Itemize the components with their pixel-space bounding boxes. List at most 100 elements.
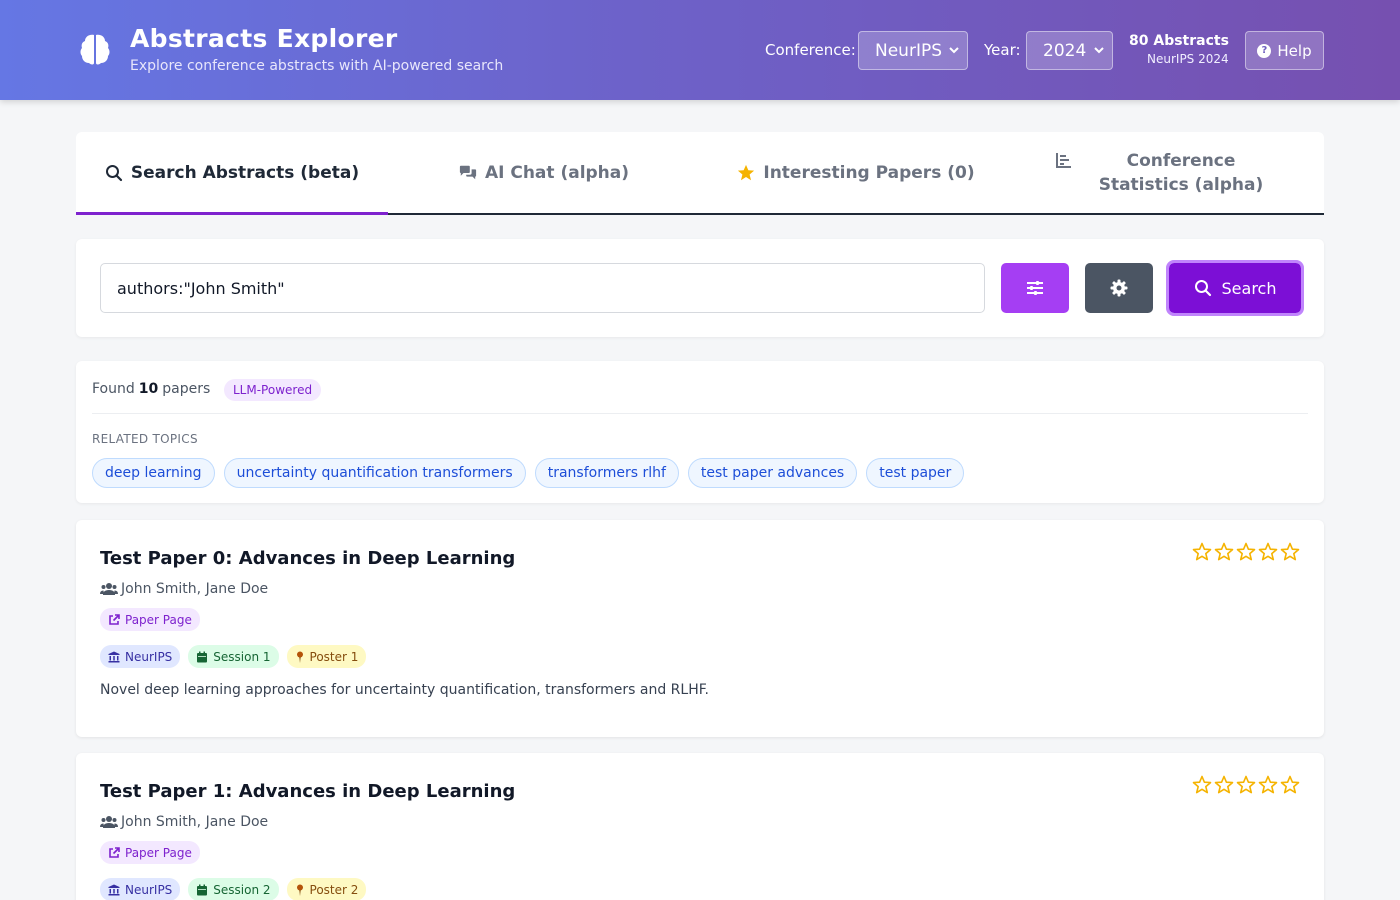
star-outline-icon[interactable] [1192,542,1212,562]
results-count: Found 10 papers [92,381,210,397]
year-select-value: 2024 [1043,40,1087,61]
paper-page-link[interactable]: Paper Page [100,608,200,631]
tab-ai-chat[interactable]: AI Chat (alpha) [388,132,700,213]
search-icon [1194,280,1211,297]
tab-label: Search Abstracts (beta) [130,162,360,183]
sliders-icon [1027,281,1043,295]
pushpin-icon [296,884,303,896]
star-outline-icon[interactable] [1236,775,1256,795]
tab-conference-statistics[interactable]: Conference Statistics (alpha) [1012,132,1324,213]
year-label: Year: [984,41,1021,59]
rating-stars [1192,775,1300,795]
topic-chip[interactable]: test paper advances [687,458,858,488]
session-badge: Session 1 [188,645,279,668]
llm-powered-badge: LLM-Powered [224,379,322,401]
star-outline-icon[interactable] [1214,775,1234,795]
abstract-count: 80 Abstracts [1129,33,1229,49]
topic-chip[interactable]: uncertainty quantification transformers [223,458,526,488]
filter-button[interactable] [1001,263,1069,313]
found-prefix: Found [92,381,135,397]
poster-badge-label: Poster 1 [309,649,359,664]
poster-badge: Poster 1 [286,645,367,668]
gear-icon [1110,279,1128,297]
star-outline-icon[interactable] [1192,775,1212,795]
divider [92,413,1308,414]
calendar-icon [197,884,208,895]
question-circle-icon: ? [1257,43,1272,58]
app-title: Abstracts Explorer [130,24,398,53]
chat-icon [459,165,477,179]
paper-authors-text: John Smith, Jane Doe [121,581,269,597]
paper-authors-text: John Smith, Jane Doe [121,814,269,830]
related-topics-label: RELATED TOPICS [92,432,198,446]
abstract-count-context: NeurIPS 2024 [1147,52,1229,66]
rating-stars [1192,542,1300,562]
paper-abstract: Novel deep learning approaches for uncer… [100,682,709,698]
tab-label: Interesting Papers (0) [763,162,975,183]
conference-badge: NeurIPS [100,645,181,668]
tab-interesting-papers[interactable]: Interesting Papers (0) [700,132,1012,213]
session-badge-label: Session 1 [213,649,271,664]
paper-card: Test Paper 1: Advances in Deep Learning … [76,753,1324,900]
calendar-icon [197,651,208,662]
star-outline-icon[interactable] [1214,542,1234,562]
paper-title[interactable]: Test Paper 0: Advances in Deep Learning [100,548,515,569]
conference-badge-label: NeurIPS [125,882,173,897]
conference-select-value: NeurIPS [875,40,942,61]
institution-icon [108,651,120,662]
search-icon [105,164,122,181]
conference-select[interactable]: NeurIPS [858,31,968,70]
paper-authors: John Smith, Jane Doe [100,581,268,597]
institution-icon [108,884,120,895]
paper-meta: NeurIPS Session 2 Poster 2 [100,878,367,900]
paper-meta: NeurIPS Session 1 Poster 1 [100,645,367,668]
tab-search-abstracts[interactable]: Search Abstracts (beta) [76,132,388,215]
brain-icon [80,34,110,65]
main-tabs: Search Abstracts (beta) AI Chat (alpha) … [76,132,1324,215]
users-icon [100,816,118,828]
topic-chip[interactable]: test paper [866,458,965,488]
search-button-label: Search [1221,278,1277,298]
paper-title[interactable]: Test Paper 1: Advances in Deep Learning [100,781,515,802]
settings-button[interactable] [1085,263,1153,313]
chevron-down-icon [949,47,959,54]
star-outline-icon[interactable] [1236,542,1256,562]
star-outline-icon[interactable] [1280,775,1300,795]
tab-label: AI Chat (alpha) [484,162,630,183]
session-badge-label: Session 2 [213,882,271,897]
star-outline-icon[interactable] [1258,542,1278,562]
found-count: 10 [138,381,159,397]
help-button[interactable]: ? Help [1245,31,1324,70]
poster-badge-label: Poster 2 [309,882,359,897]
poster-badge: Poster 2 [286,878,367,900]
chart-icon [1056,153,1071,168]
session-badge: Session 2 [188,878,279,900]
search-panel: Search [76,239,1324,337]
chevron-down-icon [1094,47,1104,54]
topic-chip[interactable]: transformers rlhf [534,458,679,488]
related-topics-list: deep learning uncertainty quantification… [92,458,965,488]
pushpin-icon [296,651,303,663]
external-link-icon [109,846,120,858]
users-icon [100,583,118,595]
paper-card: Test Paper 0: Advances in Deep Learning … [76,520,1324,737]
tab-label: Conference Statistics (alpha) [1098,150,1264,195]
star-outline-icon[interactable] [1258,775,1278,795]
star-outline-icon[interactable] [1280,542,1300,562]
search-button[interactable]: Search [1166,260,1304,316]
paper-page-link[interactable]: Paper Page [100,841,200,864]
help-button-label: Help [1277,41,1312,60]
app-header: Abstracts Explorer Explore conference ab… [0,0,1400,100]
paper-page-label: Paper Page [125,612,192,627]
found-suffix: papers [162,381,211,397]
search-input[interactable] [100,263,985,313]
paper-page-label: Paper Page [125,845,192,860]
paper-authors: John Smith, Jane Doe [100,814,268,830]
conference-badge: NeurIPS [100,878,181,900]
app-subtitle: Explore conference abstracts with AI-pow… [130,58,504,74]
topic-chip[interactable]: deep learning [92,458,215,488]
results-summary: Found 10 papers LLM-Powered RELATED TOPI… [76,361,1324,503]
year-select[interactable]: 2024 [1026,31,1113,70]
conference-badge-label: NeurIPS [125,649,173,664]
external-link-icon [109,613,120,625]
